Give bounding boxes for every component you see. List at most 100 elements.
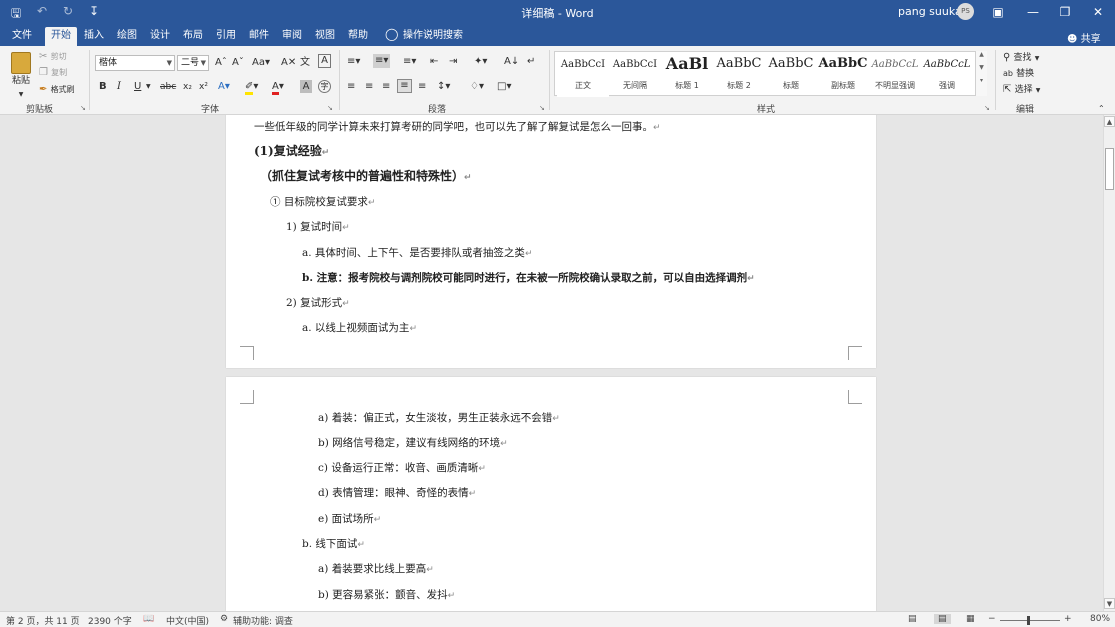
scroll-down-icon[interactable]: ▼ — [1104, 598, 1115, 609]
tab-design[interactable]: 设计 — [144, 27, 176, 46]
list-item[interactable]: b) 更容易紧张：颤音、发抖↵ — [318, 588, 455, 603]
more-styles-icon[interactable]: ▾ — [976, 77, 987, 84]
borders-icon[interactable]: □▾ — [497, 80, 511, 94]
close-icon[interactable]: ✕ — [1083, 2, 1113, 22]
superscript-icon[interactable]: x² — [199, 80, 208, 94]
zoom-in-icon[interactable]: + — [1064, 614, 1072, 624]
subscript-icon[interactable]: x₂ — [183, 80, 192, 94]
document-area[interactable]: 一些低年级的同学计算未来打算考研的同学吧，也可以先了解了解复试是怎么一回事。↵ … — [0, 115, 1103, 611]
avatar[interactable]: PS — [957, 3, 974, 20]
list-item[interactable]: a) 着装要求比线上要高↵ — [318, 562, 434, 577]
distributed-icon[interactable]: ≡ — [418, 80, 426, 94]
list-item[interactable]: b. 线下面试↵ — [302, 537, 365, 552]
list-item[interactable]: d) 表情管理：眼神、奇怪的表情↵ — [318, 486, 476, 501]
restore-icon[interactable]: ❐ — [1050, 2, 1080, 22]
line-spacing-icon[interactable]: ↕▾ — [437, 80, 450, 94]
tab-references[interactable]: 引用 — [210, 27, 242, 46]
minimize-icon[interactable]: — — [1018, 2, 1048, 22]
accessibility-icon[interactable]: ⚙ — [220, 614, 228, 624]
underline-icon[interactable]: U — [134, 80, 141, 94]
chevron-up-icon[interactable]: ▲ — [976, 51, 987, 58]
list-item[interactable]: b. 注意：报考院校与调剂院校可能同时进行，在未被一所院校确认录取之前，可以自由… — [302, 271, 755, 286]
tab-layout[interactable]: 布局 — [177, 27, 209, 46]
dialog-launcher-icon[interactable]: ↘ — [327, 104, 333, 112]
zoom-slider-track[interactable] — [1000, 620, 1060, 621]
font-name-combo[interactable]: 楷体 ▼ — [95, 55, 175, 71]
list-item[interactable]: c) 设备运行正常：收音、画质清晰↵ — [318, 461, 486, 476]
tab-insert[interactable]: 插入 — [78, 27, 110, 46]
replace-button[interactable]: ab 替换 — [1003, 67, 1034, 81]
web-layout-icon[interactable]: ▦ — [966, 614, 975, 624]
list-item[interactable]: a. 以线上视频面试为主↵ — [302, 321, 417, 336]
list-item[interactable]: 1) 复试时间↵ — [286, 220, 350, 235]
enclose-characters-icon[interactable]: 字 — [318, 80, 331, 93]
zoom-slider-thumb[interactable] — [1027, 616, 1030, 625]
list-item[interactable]: b) 网络信号稳定，建议有线网络的环境↵ — [318, 436, 508, 451]
align-right-icon[interactable]: ≡ — [382, 80, 390, 94]
share-button[interactable]: ☻ 共享 — [1067, 30, 1101, 45]
heading[interactable]: (1)复试经验↵ — [254, 144, 329, 160]
paste-button[interactable]: 粘贴 ▼ — [6, 50, 36, 100]
proofing-icon[interactable]: 📖 — [143, 614, 154, 624]
accessibility-status[interactable]: 辅助功能: 调查 — [233, 614, 293, 627]
style-emphasis[interactable]: AaBbCcL 强调 — [921, 52, 973, 97]
select-button[interactable]: ⇱ 选择 ▼ — [1003, 83, 1040, 98]
dialog-launcher-icon[interactable]: ↘ — [539, 104, 545, 112]
tab-home[interactable]: 开始 — [45, 27, 77, 46]
language[interactable]: 中文(中国) — [166, 614, 209, 627]
read-mode-icon[interactable]: ▤ — [908, 614, 917, 624]
show-marks-icon[interactable]: ↵ — [527, 55, 535, 69]
dialog-launcher-icon[interactable]: ↘ — [984, 104, 990, 112]
copy-button[interactable]: ❐ 复制 — [39, 66, 67, 80]
word-count[interactable]: 2390 个字 — [88, 614, 132, 627]
scroll-up-icon[interactable]: ▲ — [1104, 116, 1115, 127]
style-subtitle[interactable]: AaBbC 副标题 — [817, 52, 869, 97]
clear-formatting-icon[interactable]: A✕ — [281, 56, 296, 70]
sort-icon[interactable]: A↓ — [504, 55, 519, 69]
styles-scroll[interactable]: ▲ ▼ ▾ — [975, 51, 987, 96]
style-normal[interactable]: AaBbCcI 正文 — [557, 52, 609, 97]
page[interactable]: a) 着装：偏正式，女生淡妆，男生正装永远不会错↵ b) 网络信号稳定，建议有线… — [226, 377, 876, 611]
vertical-scrollbar[interactable]: ▲ ▼ — [1103, 115, 1115, 611]
chinese-layout-icon[interactable]: ✦▾ — [474, 55, 487, 69]
heading[interactable]: （抓住复试考核中的普遍性和特殊性）↵ — [260, 169, 472, 185]
style-subtle-emphasis[interactable]: AaBbCcL 不明显强调 — [869, 52, 921, 97]
style-title[interactable]: AaBbC 标题 — [765, 52, 817, 97]
zoom-level[interactable]: 80% — [1090, 614, 1110, 624]
multilevel-list-icon[interactable]: ≡▾ — [403, 55, 416, 69]
bullets-icon[interactable]: ≡▾ — [347, 55, 360, 69]
highlight-icon[interactable]: ✐▾ — [245, 80, 258, 95]
dialog-launcher-icon[interactable]: ↘ — [80, 104, 86, 112]
zoom-out-icon[interactable]: − — [988, 614, 996, 624]
shading-icon[interactable]: ♢▾ — [470, 80, 484, 94]
text-effects-icon[interactable]: A▾ — [218, 80, 230, 94]
style-heading-2[interactable]: AaBbC 标题 2 — [713, 52, 765, 97]
strikethrough-icon[interactable]: abc — [160, 80, 176, 94]
find-button[interactable]: ⚲ 查找 ▼ — [1003, 51, 1039, 66]
tab-view[interactable]: 视图 — [309, 27, 341, 46]
print-layout-icon[interactable]: ▤ — [934, 614, 951, 624]
list-item[interactable]: a. 具体时间、上下午、是否要排队或者抽签之类↵ — [302, 246, 532, 261]
tab-file[interactable]: 文件 — [6, 27, 38, 46]
tab-help[interactable]: 帮助 — [342, 27, 374, 46]
user-name[interactable]: pang suukai — [898, 5, 965, 18]
numbering-icon[interactable]: ≡▾ — [373, 54, 391, 68]
list-item[interactable]: a) 着装：偏正式，女生淡妆，男生正装永远不会错↵ — [318, 411, 560, 426]
list-item[interactable]: ① 目标院校复试要求↵ — [270, 195, 375, 210]
page-count[interactable]: 第 2 页，共 11 页 — [6, 614, 80, 627]
bold-icon[interactable]: B — [99, 80, 107, 94]
cut-button[interactable]: ✂ 剪切 — [39, 50, 67, 64]
list-item[interactable]: 2) 复试形式↵ — [286, 296, 350, 311]
align-left-icon[interactable]: ≡ — [347, 80, 355, 94]
style-no-spacing[interactable]: AaBbCcI 无间隔 — [609, 52, 661, 97]
ribbon-display-options-icon[interactable]: ▣ — [983, 2, 1013, 22]
grow-font-icon[interactable]: Aˆ — [215, 56, 227, 70]
chevron-down-icon[interactable]: ▼ — [976, 64, 987, 71]
shrink-font-icon[interactable]: Aˇ — [232, 56, 244, 70]
change-case-icon[interactable]: Aa▾ — [252, 56, 270, 70]
style-heading-1[interactable]: AaBl 标题 1 — [661, 52, 713, 97]
justify-icon[interactable]: ≡ — [397, 79, 412, 93]
tab-review[interactable]: 审阅 — [276, 27, 308, 46]
tab-draw[interactable]: 绘图 — [111, 27, 143, 46]
format-painter-button[interactable]: ✒ 格式刷 — [39, 83, 75, 97]
